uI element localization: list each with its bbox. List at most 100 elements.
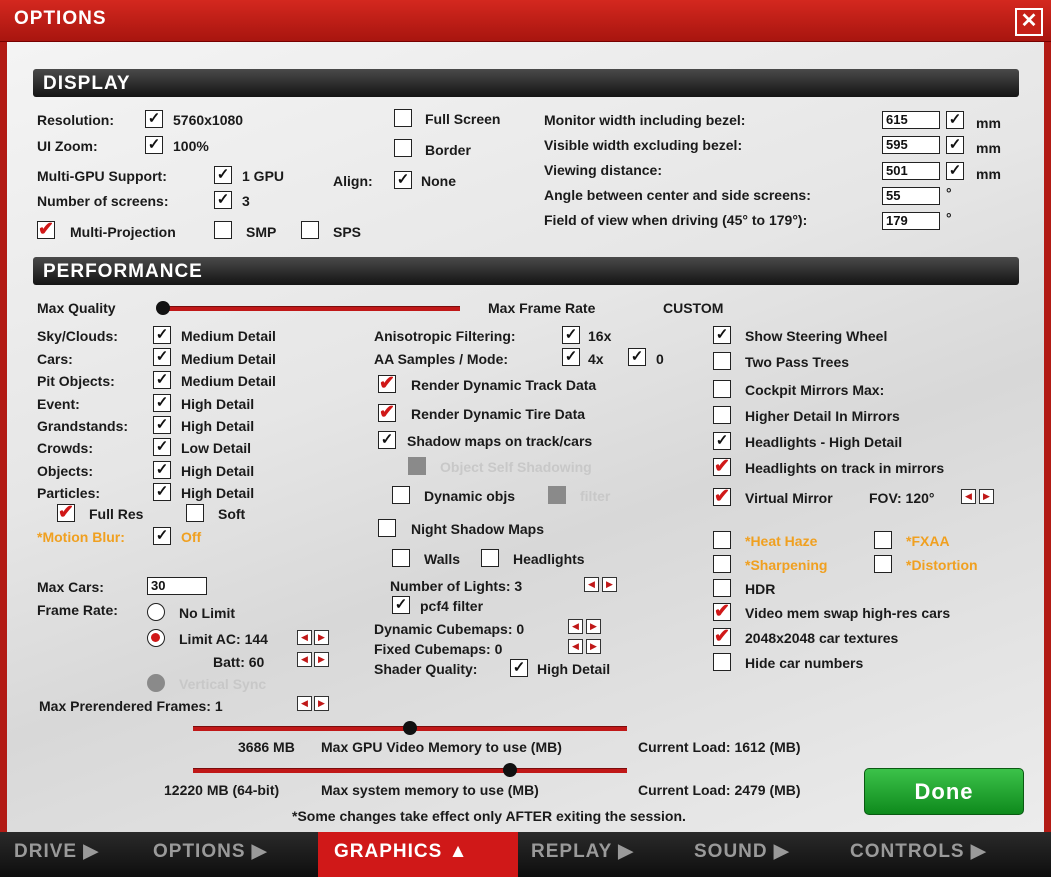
quality-row-label: Objects: [37,463,94,479]
two-pass-checkbox[interactable] [713,352,731,370]
aa-dropdown-icon[interactable]: ✓ [562,348,580,366]
headlights-hd-checkbox[interactable]: ✓ [713,432,731,450]
quality-row-dropdown-icon[interactable]: ✓ [153,416,171,434]
quality-row-dropdown-icon[interactable]: ✓ [153,371,171,389]
tab-graphics[interactable]: GRAPHICS ▲ [318,832,518,877]
dyn-cubemaps-decrease-icon[interactable]: ◀ [568,619,583,634]
prerendered-decrease-icon[interactable]: ◀ [297,696,312,711]
tab-drive[interactable]: DRIVE ▶ [14,832,99,877]
quality-slider-knob[interactable] [156,301,170,315]
dyn-cubemaps-increase-icon[interactable]: ▶ [586,619,601,634]
headlights-shadow-label: Headlights [513,551,585,567]
fixed-cubemaps-decrease-icon[interactable]: ◀ [568,639,583,654]
pcf4-checkbox[interactable]: ✓ [392,596,410,614]
border-checkbox[interactable] [394,139,412,157]
multigpu-dropdown-icon[interactable]: ✓ [214,166,232,184]
system-memory-slider-knob[interactable] [502,763,517,777]
monitor-width-field[interactable]: 615 [882,111,940,129]
quality-row-dropdown-icon[interactable]: ✓ [153,348,171,366]
quality-row-dropdown-icon[interactable]: ✓ [153,326,171,344]
monitor-width-unit-dropdown-icon[interactable]: ✓ [946,111,964,129]
gpu-memory-slider-knob[interactable] [403,721,417,735]
higher-detail-checkbox[interactable] [713,406,731,424]
car-textures-checkbox[interactable]: ✔ [713,627,731,646]
fxaa-checkbox[interactable] [874,531,892,549]
soft-checkbox[interactable] [186,504,204,522]
viewing-distance-label: Viewing distance: [544,162,662,178]
tab-controls[interactable]: CONTROLS ▶ [850,832,987,877]
max-cars-field[interactable]: 30 [147,577,207,595]
show-wheel-checkbox[interactable]: ✓ [713,326,731,344]
motion-blur-value: Off [181,529,202,545]
limit-ac-decrease-icon[interactable]: ◀ [297,630,312,645]
tab-options[interactable]: OPTIONS ▶ [153,832,267,877]
aa-mode-value: 0 [656,351,664,367]
smp-checkbox[interactable] [214,221,232,239]
motion-blur-dropdown-icon[interactable]: ✓ [153,527,171,545]
screens-dropdown-icon[interactable]: ✓ [214,191,232,209]
align-dropdown-icon[interactable]: ✓ [394,171,412,189]
limit-ac-increase-icon[interactable]: ▶ [314,630,329,645]
resolution-dropdown-icon[interactable]: ✓ [145,110,163,128]
render-track-checkbox[interactable]: ✔ [378,374,396,393]
aniso-dropdown-icon[interactable]: ✓ [562,326,580,344]
cockpit-mirrors-checkbox[interactable] [713,380,731,398]
full-res-checkbox[interactable]: ✔ [57,503,75,522]
headlights-shadow-checkbox[interactable] [481,549,499,567]
aa-mode-dropdown-icon[interactable]: ✓ [628,348,646,366]
aniso-value: 16x [588,328,612,344]
viewing-distance-field[interactable]: 501 [882,162,940,180]
fov-field[interactable]: 179 [882,212,940,230]
pcf4-label: pcf4 filter [420,598,484,614]
system-memory-value: 12220 MB (64-bit) [164,782,280,798]
done-button[interactable]: Done [864,768,1024,815]
fov-mirror-decrease-icon[interactable]: ◀ [961,489,976,504]
hide-numbers-label: Hide car numbers [745,655,864,671]
night-shadow-checkbox[interactable] [378,519,396,537]
batt-decrease-icon[interactable]: ◀ [297,652,312,667]
no-limit-radio[interactable] [147,603,165,621]
hdr-checkbox[interactable] [713,579,731,597]
quality-row-dropdown-icon[interactable]: ✓ [153,483,171,501]
walls-checkbox[interactable] [392,549,410,567]
hide-numbers-checkbox[interactable] [713,653,731,671]
headlights-track-checkbox[interactable]: ✔ [713,457,731,476]
tab-sound[interactable]: SOUND ▶ [694,832,790,877]
batt-increase-icon[interactable]: ▶ [314,652,329,667]
angle-field[interactable]: 55 [882,187,940,205]
multiprojection-checkbox[interactable]: ✔ [37,220,55,239]
fov-label: Field of view when driving (45° to 179°)… [544,212,808,228]
sharpening-checkbox[interactable] [713,555,731,573]
soft-label: Soft [218,506,246,522]
system-current-load: Current Load: 2479 (MB) [638,782,801,798]
dynamic-objs-checkbox[interactable] [392,486,410,504]
prerendered-increase-icon[interactable]: ▶ [314,696,329,711]
multigpu-label: Multi-GPU Support: [37,168,167,184]
distortion-checkbox[interactable] [874,555,892,573]
fullscreen-checkbox[interactable] [394,109,412,127]
virtual-mirror-checkbox[interactable]: ✔ [713,487,731,506]
visible-width-field[interactable]: 595 [882,136,940,154]
num-lights-increase-icon[interactable]: ▶ [602,577,617,592]
shadow-maps-checkbox[interactable]: ✓ [378,431,396,449]
sps-checkbox[interactable] [301,221,319,239]
quality-row-dropdown-icon[interactable]: ✓ [153,438,171,456]
system-memory-slider-track[interactable] [193,768,627,773]
ui-zoom-dropdown-icon[interactable]: ✓ [145,136,163,154]
heat-haze-checkbox[interactable] [713,531,731,549]
fov-mirror-increase-icon[interactable]: ▶ [979,489,994,504]
video-swap-checkbox[interactable]: ✔ [713,602,731,621]
close-button[interactable]: ✕ [1015,8,1043,36]
viewing-distance-unit-dropdown-icon[interactable]: ✓ [946,162,964,180]
shader-quality-dropdown-icon[interactable]: ✓ [510,659,528,677]
num-lights-decrease-icon[interactable]: ◀ [584,577,599,592]
tab-replay[interactable]: REPLAY ▶ [531,832,634,877]
quality-row-dropdown-icon[interactable]: ✓ [153,461,171,479]
limit-ac-radio[interactable] [147,629,165,647]
quality-row-value: High Detail [181,463,255,479]
render-tire-checkbox[interactable]: ✔ [378,403,396,422]
quality-row-dropdown-icon[interactable]: ✓ [153,394,171,412]
quality-slider-track[interactable] [160,306,460,311]
fixed-cubemaps-increase-icon[interactable]: ▶ [586,639,601,654]
visible-width-unit-dropdown-icon[interactable]: ✓ [946,136,964,154]
